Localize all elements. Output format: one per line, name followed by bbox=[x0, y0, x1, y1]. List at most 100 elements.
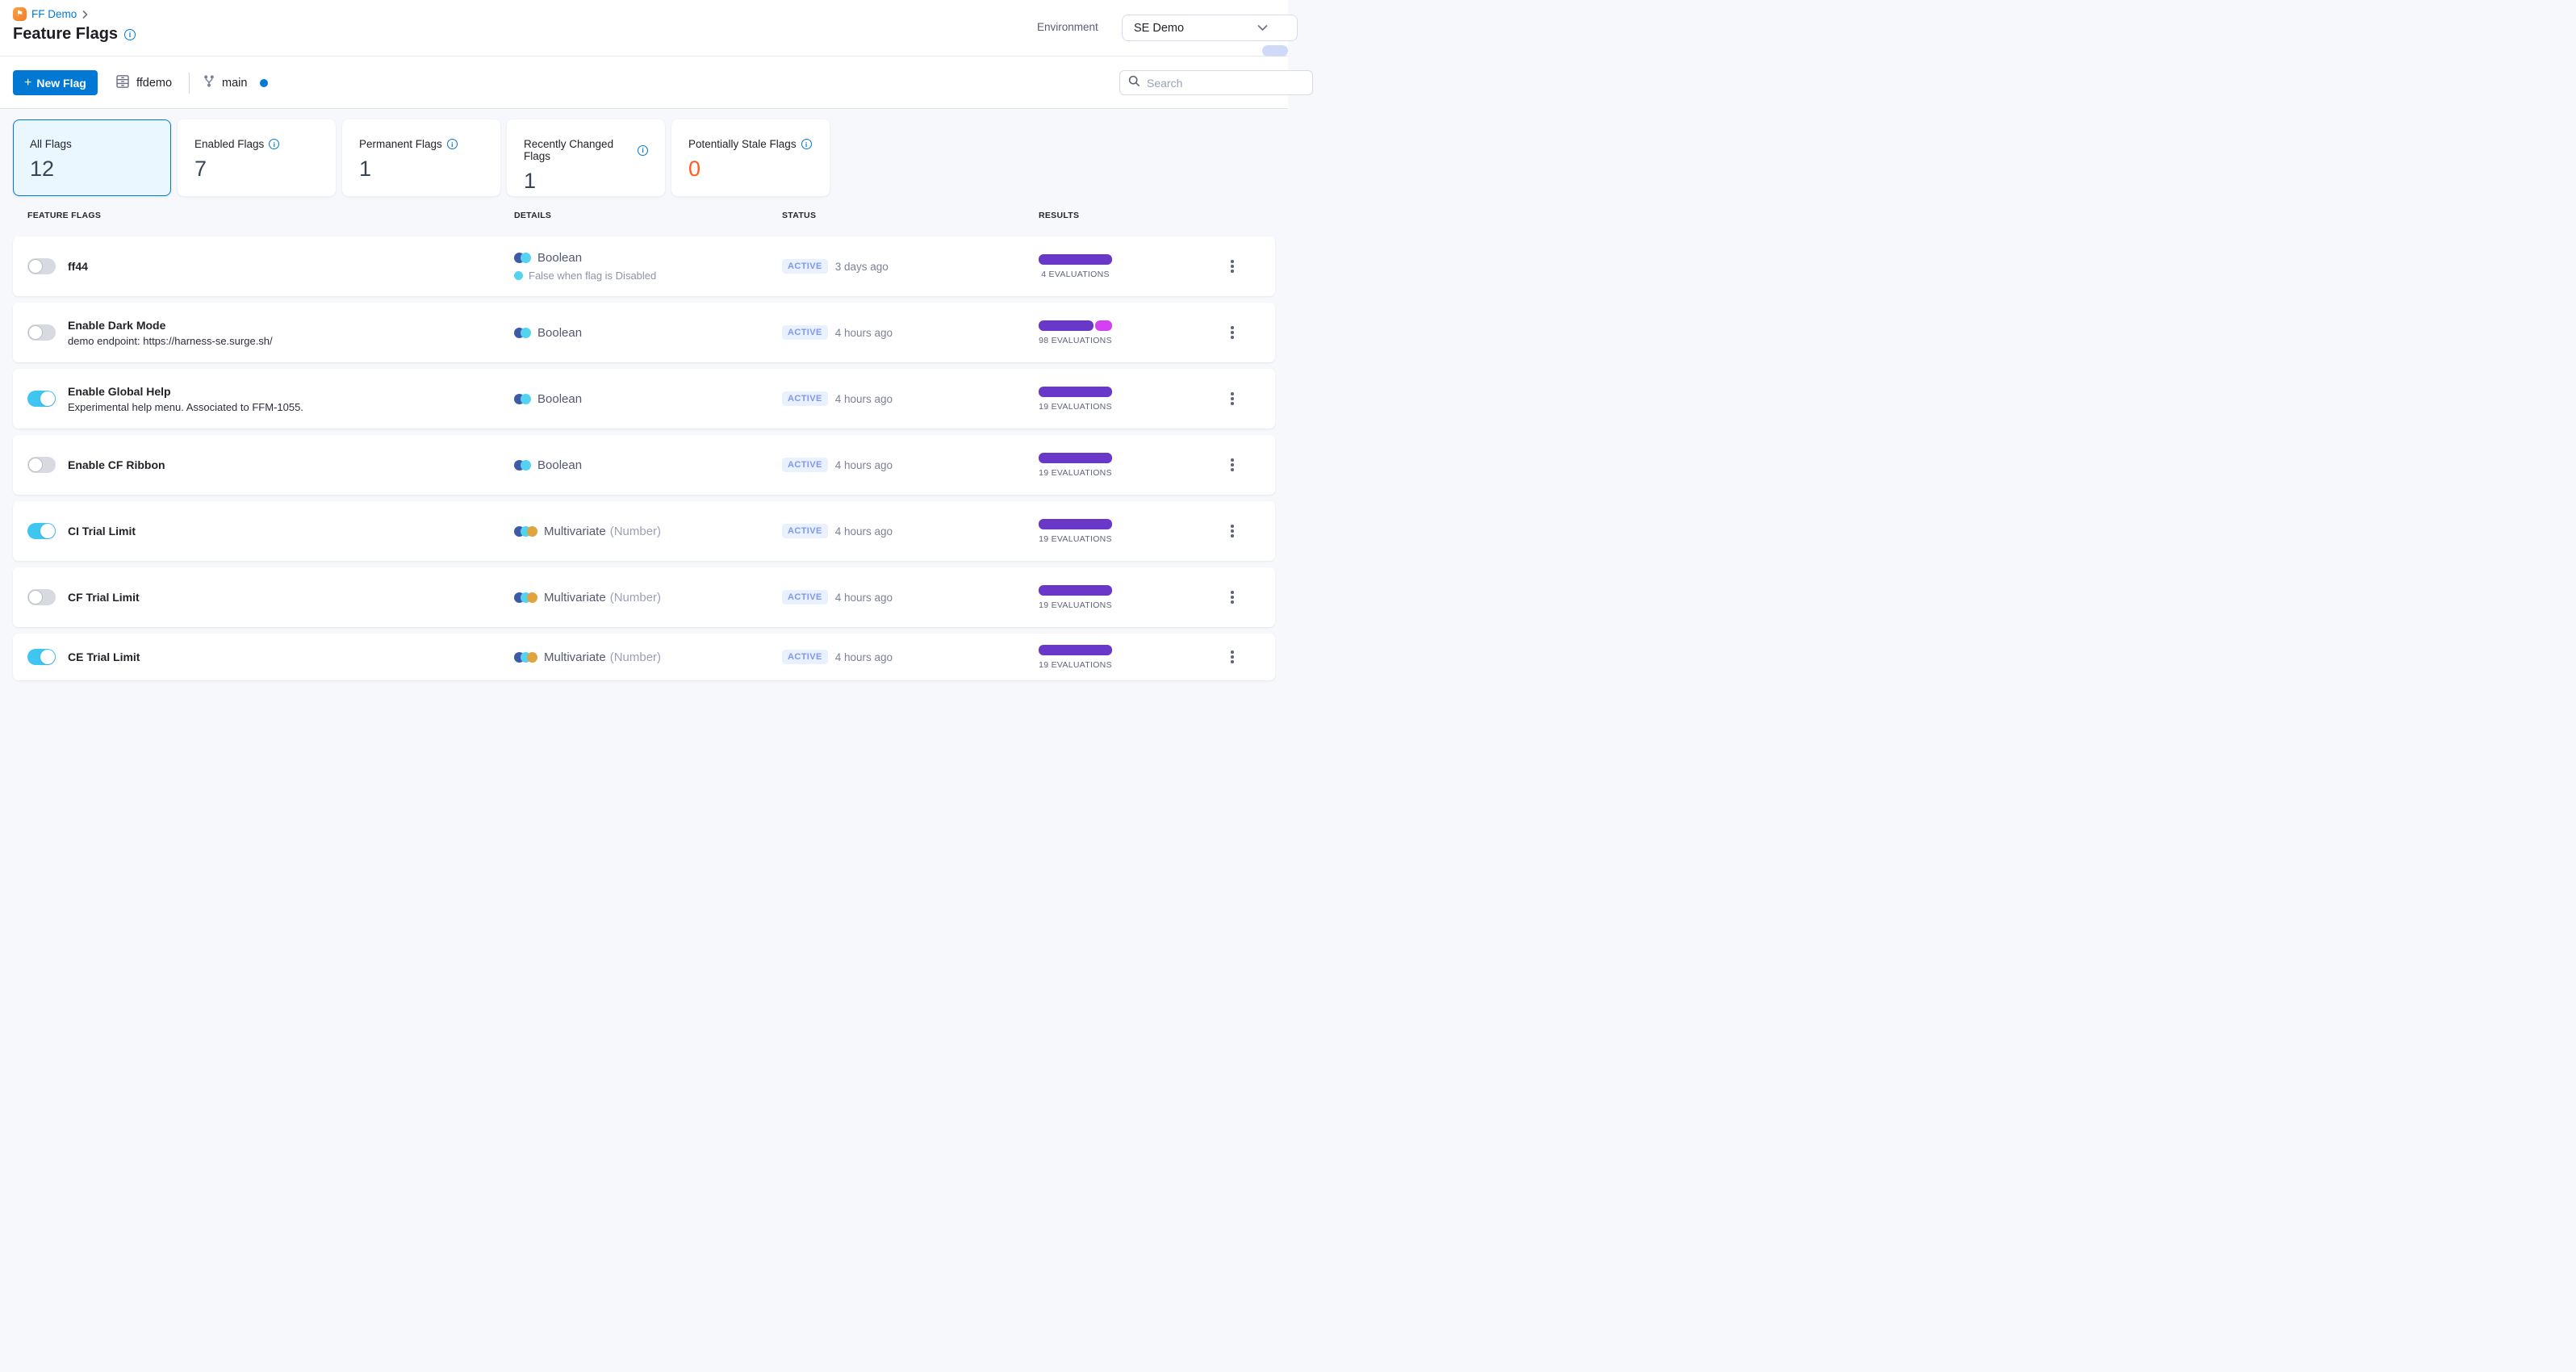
flag-type-label: Boolean bbox=[537, 458, 583, 472]
chevron-down-icon bbox=[1257, 24, 1268, 31]
flag-name[interactable]: Enable Global Help bbox=[68, 385, 303, 398]
flag-toggle[interactable] bbox=[27, 324, 56, 341]
stat-card-all-flags[interactable]: All Flags 12 bbox=[13, 119, 171, 196]
status-badge: ACTIVE bbox=[782, 590, 828, 604]
flag-description: Experimental help menu. Associated to FF… bbox=[68, 400, 303, 413]
evaluations-bar bbox=[1039, 452, 1112, 463]
flag-toggle[interactable] bbox=[27, 649, 56, 665]
repo-name: ffdemo bbox=[136, 76, 173, 90]
stat-card-potentially-stale-flags[interactable]: Potentially Stale Flags i 0 bbox=[671, 119, 830, 196]
info-icon[interactable]: i bbox=[124, 28, 136, 40]
toggle-knob bbox=[40, 391, 55, 406]
last-updated-text: 4 hours ago bbox=[834, 650, 893, 663]
search-box bbox=[1119, 70, 1313, 95]
flag-name[interactable]: ff44 bbox=[68, 260, 88, 273]
row-menu-button[interactable] bbox=[1226, 257, 1239, 276]
table-row: Enable Dark Mode demo endpoint: https://… bbox=[13, 303, 1275, 362]
flag-name[interactable]: CF Trial Limit bbox=[68, 591, 140, 604]
row-menu-button[interactable] bbox=[1226, 588, 1239, 607]
toggle-knob bbox=[28, 259, 43, 274]
stat-value: 0 bbox=[688, 157, 701, 181]
status-badge: ACTIVE bbox=[782, 325, 828, 340]
repo-selector[interactable]: ffdemo bbox=[115, 56, 172, 109]
flag-type-label: Boolean bbox=[537, 251, 583, 265]
scrollbar-thumb[interactable] bbox=[1262, 45, 1288, 56]
evaluations-bar bbox=[1039, 584, 1112, 596]
column-header-status: STATUS bbox=[782, 211, 817, 220]
variation-dot-icon bbox=[514, 271, 523, 280]
evaluations-bar bbox=[1039, 644, 1112, 655]
breadcrumb-project-link[interactable]: FF Demo bbox=[31, 8, 77, 20]
stat-label: Potentially Stale Flags bbox=[688, 138, 797, 150]
breadcrumb: ⚑ FF Demo bbox=[13, 7, 89, 21]
table-row: Enable Global Help Experimental help men… bbox=[13, 369, 1275, 429]
flags-toolbar: + New Flag ffdemo main bbox=[0, 56, 1313, 109]
info-icon[interactable]: i bbox=[638, 144, 648, 156]
stat-card-recently-changed-flags[interactable]: Recently Changed Flags i 1 bbox=[507, 119, 665, 196]
row-menu-button[interactable] bbox=[1226, 323, 1239, 342]
status-badge: ACTIVE bbox=[782, 524, 828, 538]
toggle-knob bbox=[28, 458, 43, 472]
stat-value: 12 bbox=[30, 157, 55, 181]
info-icon[interactable]: i bbox=[446, 139, 458, 149]
row-menu-button[interactable] bbox=[1226, 647, 1239, 667]
row-menu-button[interactable] bbox=[1226, 521, 1239, 541]
evaluations-count: 98 EVALUATIONS bbox=[1039, 335, 1112, 345]
flag-toggle[interactable] bbox=[27, 391, 56, 407]
flag-type-icon bbox=[514, 592, 537, 603]
table-row: CI Trial Limit Multivariate (Number) ACT… bbox=[13, 501, 1275, 561]
flag-type-icon bbox=[514, 327, 531, 338]
new-flag-button[interactable]: + New Flag bbox=[13, 70, 98, 95]
stat-value: 1 bbox=[524, 169, 537, 193]
flag-type-label: Boolean bbox=[537, 325, 583, 340]
branch-selector[interactable]: main bbox=[203, 56, 269, 109]
flag-description: demo endpoint: https://harness-se.surge.… bbox=[68, 334, 273, 347]
column-header-feature-flags: FEATURE FLAGS bbox=[27, 211, 102, 220]
new-flag-label: New Flag bbox=[36, 76, 86, 90]
flags-content: All Flags 12 Enabled Flags i 7 Permanent … bbox=[0, 119, 1288, 680]
toggle-knob bbox=[40, 524, 55, 538]
page-header: ⚑ FF Demo Feature Flags i Environment SE… bbox=[0, 0, 1298, 56]
last-updated-text: 4 hours ago bbox=[834, 326, 893, 339]
flag-name[interactable]: Enable CF Ribbon bbox=[68, 458, 165, 471]
stat-card-enabled-flags[interactable]: Enabled Flags i 7 bbox=[178, 119, 336, 196]
column-header-details: DETAILS bbox=[514, 211, 552, 220]
evaluations-bar bbox=[1039, 253, 1112, 265]
environment-select[interactable]: SE Demo bbox=[1122, 15, 1298, 41]
stat-label: Permanent Flags bbox=[359, 138, 442, 150]
flag-type-label: Multivariate bbox=[544, 590, 606, 604]
flag-type-icon bbox=[514, 459, 531, 471]
evaluations-count: 19 EVALUATIONS bbox=[1039, 401, 1112, 412]
info-icon[interactable]: i bbox=[801, 139, 812, 149]
flag-toggle[interactable] bbox=[27, 589, 56, 605]
flag-type-icon bbox=[514, 253, 531, 263]
plus-icon: + bbox=[24, 75, 32, 90]
evaluations-count: 19 EVALUATIONS bbox=[1039, 600, 1112, 610]
toggle-knob bbox=[28, 325, 43, 340]
feature-flags-logo-icon: ⚑ bbox=[13, 7, 27, 21]
stat-label: Recently Changed Flags bbox=[524, 138, 614, 162]
flag-name[interactable]: CE Trial Limit bbox=[68, 650, 140, 663]
flag-name[interactable]: CI Trial Limit bbox=[68, 525, 136, 538]
table-header-row: FEATURE FLAGS DETAILS STATUS RESULTS bbox=[13, 211, 1275, 220]
row-menu-button[interactable] bbox=[1226, 389, 1239, 408]
flag-type-icon bbox=[514, 651, 537, 663]
search-input[interactable] bbox=[1147, 76, 1304, 90]
flag-table-body: ff44 Boolean False when flag is Disabled… bbox=[13, 236, 1275, 680]
toggle-knob bbox=[40, 650, 55, 664]
row-menu-button[interactable] bbox=[1226, 455, 1239, 475]
flag-toggle[interactable] bbox=[27, 258, 56, 274]
evaluations-count: 19 EVALUATIONS bbox=[1039, 659, 1112, 670]
stat-value: 1 bbox=[359, 157, 372, 181]
evaluations-count: 19 EVALUATIONS bbox=[1039, 467, 1112, 478]
column-header-results: RESULTS bbox=[1039, 211, 1080, 220]
stat-cards: All Flags 12 Enabled Flags i 7 Permanent … bbox=[13, 119, 1275, 196]
status-badge: ACTIVE bbox=[782, 458, 828, 472]
flag-toggle[interactable] bbox=[27, 523, 56, 539]
stat-card-permanent-flags[interactable]: Permanent Flags i 1 bbox=[342, 119, 500, 196]
evaluations-bar bbox=[1039, 518, 1112, 529]
table-row: Enable CF Ribbon Boolean ACTIVE 4 hours … bbox=[13, 435, 1275, 495]
info-icon[interactable]: i bbox=[269, 139, 280, 149]
flag-toggle[interactable] bbox=[27, 457, 56, 473]
flag-name[interactable]: Enable Dark Mode bbox=[68, 319, 273, 332]
